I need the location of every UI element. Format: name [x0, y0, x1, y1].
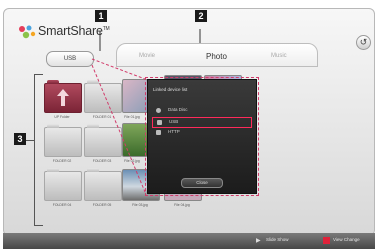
callout-line-usb [91, 58, 146, 80]
callout-marker-2: 2 [195, 10, 207, 22]
slide-show-button[interactable]: Slide Show [266, 237, 289, 242]
smartshare-window: SmartShareTM USB Movie Photo Music ↺ UP … [3, 8, 375, 236]
callout-lines [91, 29, 201, 193]
callout-marker-3: 3 [14, 133, 26, 145]
bottom-action-bar: ▶ Slide Show View Change [3, 233, 375, 249]
red-button-icon [323, 237, 330, 244]
callout-line-usb-lower [91, 64, 146, 193]
callout-marker-1: 1 [95, 10, 107, 22]
view-change-button[interactable]: View Change [333, 237, 360, 242]
play-icon: ▶ [256, 238, 261, 244]
